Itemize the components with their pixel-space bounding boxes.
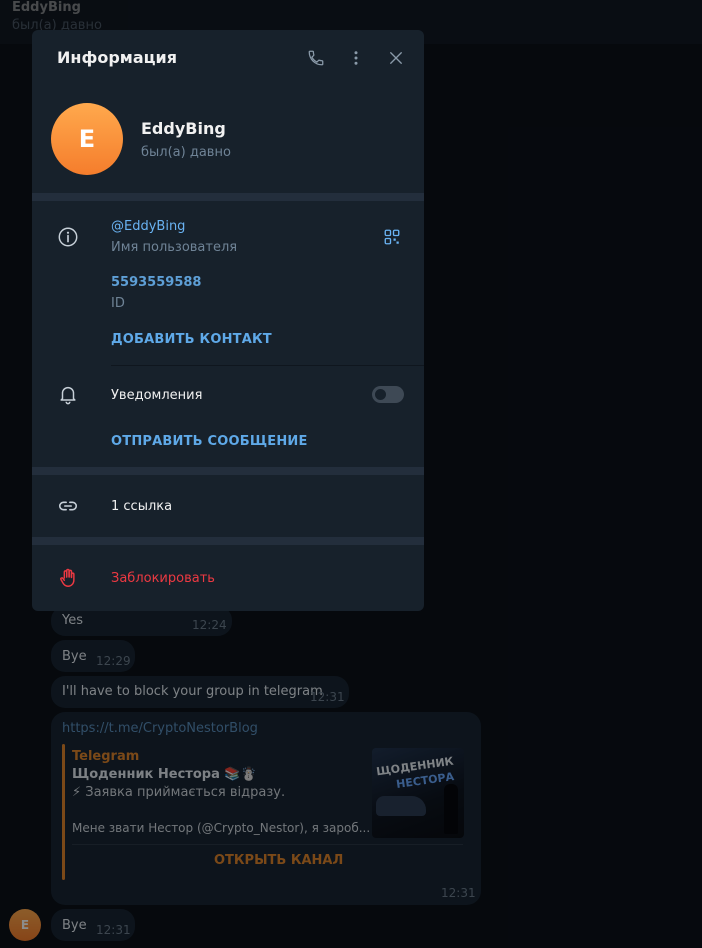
user-info-dialog: Информация E EddyBing был(а) давно @Eddy… — [32, 30, 424, 611]
block-hand-icon — [56, 566, 80, 590]
row-divider — [111, 365, 424, 366]
qr-code-icon[interactable] — [380, 225, 404, 249]
more-icon[interactable] — [345, 47, 367, 69]
phone-icon[interactable] — [305, 47, 327, 69]
section-separator — [32, 537, 424, 545]
notifications-toggle[interactable] — [372, 386, 404, 403]
bell-icon — [56, 382, 80, 406]
block-user-button[interactable]: Заблокировать — [111, 571, 215, 586]
user-status: был(а) давно — [141, 145, 231, 160]
username-link[interactable]: @EddyBing — [111, 219, 185, 234]
link-icon — [56, 494, 80, 518]
username-label: Имя пользователя — [111, 240, 238, 255]
avatar[interactable]: E — [51, 103, 123, 175]
toggle-knob — [375, 389, 386, 400]
close-icon[interactable] — [385, 47, 407, 69]
notifications-label: Уведомления — [111, 388, 203, 403]
section-separator — [32, 193, 424, 201]
send-message-button[interactable]: ОТПРАВИТЬ СООБЩЕНИЕ — [111, 434, 308, 449]
add-contact-button[interactable]: ДОБАВИТЬ КОНТАКТ — [111, 332, 272, 347]
info-icon — [56, 225, 80, 249]
dialog-title: Информация — [57, 48, 177, 67]
shared-links-item[interactable]: 1 ссылка — [111, 499, 172, 514]
user-id-label: ID — [111, 296, 125, 311]
section-separator — [32, 467, 424, 475]
user-id-value[interactable]: 5593559588 — [111, 275, 201, 290]
user-name: EddyBing — [141, 119, 226, 138]
